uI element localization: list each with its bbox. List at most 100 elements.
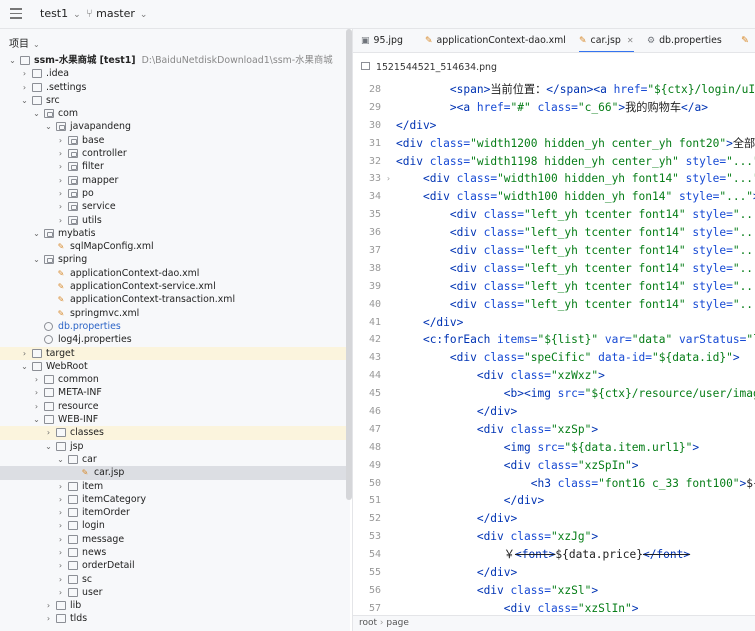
tree-item[interactable]: ⌄ WEB-INF: [0, 413, 346, 426]
xml-file-icon: ✎: [57, 282, 65, 292]
tree-item[interactable]: ✎ car.jsp: [0, 466, 346, 480]
tree-item[interactable]: ⌄ car: [0, 453, 346, 466]
tree-item[interactable]: ⌄ javapandeng: [0, 120, 346, 133]
chevron-right-icon[interactable]: ›: [20, 81, 29, 94]
chevron-down-icon[interactable]: ⌄: [20, 360, 29, 373]
tree-item[interactable]: › META-INF: [0, 386, 346, 399]
chevron-right-icon[interactable]: ›: [56, 187, 65, 200]
tree-item-label: common: [58, 374, 99, 386]
tree-item[interactable]: › classes: [0, 426, 346, 440]
more-tabs-icon[interactable]: ✎: [741, 29, 749, 52]
project-selector[interactable]: test1 ⌄: [40, 7, 81, 20]
tree-item[interactable]: › message: [0, 533, 346, 546]
tree-item[interactable]: › .idea: [0, 67, 346, 80]
chevron-right-icon[interactable]: ›: [56, 533, 65, 546]
chevron-down-icon[interactable]: ⌄: [32, 413, 41, 426]
chevron-right-icon[interactable]: ›: [32, 400, 41, 413]
chevron-right-icon[interactable]: ›: [56, 147, 65, 160]
chevron-right-icon[interactable]: ›: [56, 160, 65, 173]
tree-item[interactable]: ⌄ mybatis: [0, 227, 346, 240]
tab-applicationcontext-dao-xml[interactable]: ✎ applicationContext-dao.xml: [425, 29, 566, 52]
tab-db-properties[interactable]: ⚙ db.properties: [647, 29, 722, 52]
chevron-right-icon[interactable]: ›: [20, 67, 29, 80]
branch-selector[interactable]: ⑂ master ⌄: [86, 7, 147, 20]
file-breadcrumb[interactable]: 1521544521_514634.png: [353, 54, 755, 78]
tree-item[interactable]: ⌄ spring: [0, 253, 346, 266]
tree-item[interactable]: › sc: [0, 573, 346, 586]
chevron-right-icon[interactable]: ›: [56, 480, 65, 493]
tree-item[interactable]: › service: [0, 200, 346, 213]
tree-item[interactable]: ✎ sqlMapConfig.xml: [0, 240, 346, 253]
chevron-right-icon[interactable]: ›: [56, 519, 65, 532]
chevron-down-icon[interactable]: ⌄: [32, 107, 41, 120]
tab-95-jpg[interactable]: ▣ 95.jpg: [361, 29, 403, 52]
tree-item[interactable]: › orderDetail: [0, 559, 346, 572]
chevron-right-icon[interactable]: ›: [44, 599, 53, 612]
status-path-item[interactable]: root: [359, 618, 377, 628]
chevron-down-icon[interactable]: ⌄: [20, 94, 29, 107]
tree-item[interactable]: › itemOrder: [0, 506, 346, 519]
tree-item[interactable]: ⌄ src: [0, 94, 346, 107]
fold-icon[interactable]: ›: [386, 170, 391, 188]
tree-item[interactable]: ⌄ WebRoot: [0, 360, 346, 373]
chevron-down-icon[interactable]: ⌄: [8, 54, 17, 67]
tab-car-jsp[interactable]: ✎ car.jsp ✕: [579, 29, 634, 52]
tree-item[interactable]: › base: [0, 134, 346, 147]
tree-item[interactable]: › item: [0, 480, 346, 493]
main-menu-icon[interactable]: [10, 8, 22, 20]
chevron-down-icon[interactable]: ⌄: [44, 120, 53, 133]
chevron-down-icon[interactable]: ⌄: [44, 440, 53, 453]
tree-item[interactable]: ⌄ com: [0, 107, 346, 120]
xml-file-icon: ✎: [57, 268, 65, 278]
package-icon: [44, 255, 54, 265]
tree-item[interactable]: › filter: [0, 160, 346, 173]
close-icon[interactable]: ✕: [627, 36, 634, 45]
chevron-down-icon[interactable]: ⌄: [33, 40, 40, 49]
chevron-right-icon[interactable]: ›: [56, 573, 65, 586]
chevron-right-icon[interactable]: ›: [56, 174, 65, 187]
chevron-right-icon[interactable]: ›: [44, 612, 53, 625]
tree-item[interactable]: ✎ applicationContext-transaction.xml: [0, 293, 346, 306]
code-text: <div class="width100 hidden_yh font14" s…: [422, 172, 755, 186]
chevron-right-icon[interactable]: ›: [56, 559, 65, 572]
chevron-right-icon[interactable]: ›: [56, 214, 65, 227]
chevron-right-icon[interactable]: ›: [44, 426, 53, 439]
tree-item[interactable]: ✎ applicationContext-service.xml: [0, 280, 346, 293]
tree-item[interactable]: › common: [0, 373, 346, 386]
tree-item[interactable]: › itemCategory: [0, 493, 346, 506]
chevron-right-icon[interactable]: ›: [56, 546, 65, 559]
chevron-right-icon[interactable]: ›: [32, 386, 41, 399]
tree-item[interactable]: › resource: [0, 400, 346, 413]
chevron-right-icon[interactable]: ›: [20, 347, 29, 360]
tree-item[interactable]: ✎ springmvc.xml: [0, 307, 346, 320]
tree-item[interactable]: log4j.properties: [0, 333, 346, 346]
tree-item[interactable]: ⌄ jsp: [0, 440, 346, 453]
tree-item[interactable]: › user: [0, 586, 346, 599]
chevron-right-icon[interactable]: ›: [56, 506, 65, 519]
tree-item[interactable]: › utils: [0, 214, 346, 227]
tree-item[interactable]: › tlds: [0, 612, 346, 625]
chevron-down-icon[interactable]: ⌄: [32, 227, 41, 240]
chevron-right-icon[interactable]: ›: [56, 200, 65, 213]
chevron-right-icon[interactable]: ›: [56, 493, 65, 506]
code-editor[interactable]: 28 <span>当前位置：</span><a href="${ctx}/log…: [353, 81, 755, 615]
tree-item[interactable]: › mapper: [0, 174, 346, 187]
chevron-down-icon[interactable]: ⌄: [32, 253, 41, 266]
tree-item[interactable]: › .settings: [0, 81, 346, 94]
tree-item[interactable]: › controller: [0, 147, 346, 160]
chevron-right-icon[interactable]: ›: [56, 586, 65, 599]
tree-item[interactable]: › news: [0, 546, 346, 559]
line-number: 48: [368, 441, 381, 453]
tree-item[interactable]: ✎ applicationContext-dao.xml: [0, 267, 346, 280]
chevron-right-icon[interactable]: ›: [56, 134, 65, 147]
tree-item[interactable]: › login: [0, 519, 346, 532]
tree-item[interactable]: › target: [0, 346, 346, 360]
tree-item[interactable]: › lib: [0, 599, 346, 612]
tree-item[interactable]: db.properties: [0, 320, 346, 333]
status-path-item[interactable]: page: [386, 618, 408, 628]
tree-item[interactable]: ⌄ ssm-水果商城 [test1] D:\BaiduNetdiskDownload…: [0, 54, 346, 67]
chevron-right-icon[interactable]: ›: [32, 373, 41, 386]
tree-item[interactable]: › po: [0, 187, 346, 200]
chevron-down-icon[interactable]: ⌄: [56, 453, 65, 466]
code-line: 49 <div class="xzSpIn">: [353, 457, 755, 475]
